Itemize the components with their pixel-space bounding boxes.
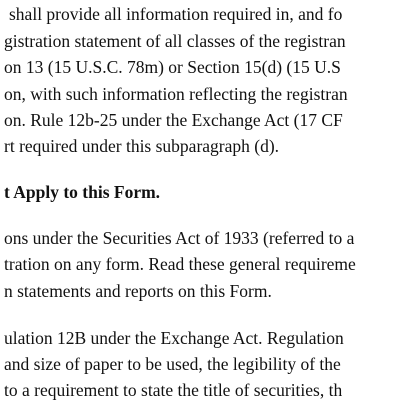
paragraph-1-line-6: rt required under this subparagraph (d). [4,136,280,156]
paragraph-2-line-3: n statements and reports on this Form. [4,281,272,301]
paragraph-3-line-2: and size of paper to be used, the legibi… [4,354,341,374]
paragraph-1-line-1: shall provide all information required i… [9,4,343,24]
paragraph-1-line-3: on 13 (15 U.S.C. 78m) or Section 15(d) (… [4,57,341,77]
paragraph-3-line-1: ulation 12B under the Exchange Act. Regu… [4,328,344,348]
paragraph-2-line-2: tration on any form. Read these general … [4,254,356,274]
paragraph-2-line-1: ons under the Securities Act of 1933 (re… [4,228,355,248]
document-page: shall provide all information required i… [0,0,400,400]
paragraph-1-line-5: on. Rule 12b-25 under the Exchange Act (… [4,110,343,130]
paragraph-1-line-4: on, with such information reflecting the… [4,84,348,104]
section-heading: t Apply to this Form. [4,182,161,202]
paragraph-1-line-2: gistration statement of all classes of t… [4,31,346,51]
paragraph-3-line-3: to a requirement to state the title of s… [4,380,343,400]
